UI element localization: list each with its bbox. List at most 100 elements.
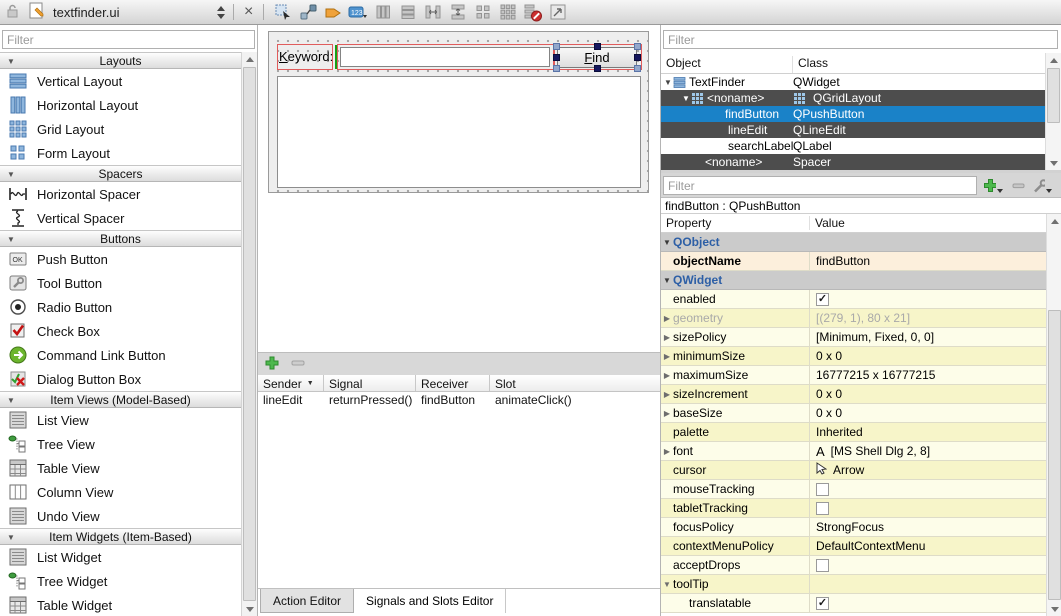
property-row-maximumsize[interactable]: ▶maximumSize 16777215 x 16777215 [661, 366, 1046, 385]
property-row-cursor[interactable]: cursor Arrow [661, 461, 1046, 480]
selection-handle[interactable] [634, 54, 641, 61]
widget-item-horizontal-layout[interactable]: Horizontal Layout [0, 93, 241, 117]
checkbox-checked[interactable]: ✓ [816, 597, 829, 610]
adjust-size-icon[interactable] [547, 2, 568, 23]
form-canvas[interactable]: Keyword: Find [268, 31, 649, 193]
column-header-property[interactable]: Property [661, 216, 810, 230]
property-row-translatable[interactable]: translatable ✓ [661, 594, 1046, 613]
property-section-qwidget[interactable]: ▼QWidget [661, 271, 1046, 290]
expand-arrow-icon[interactable]: ▼ [663, 78, 673, 87]
widget-box-filter-input[interactable] [2, 30, 255, 49]
property-editor-scrollbar[interactable] [1046, 214, 1061, 616]
property-row-palette[interactable]: palette Inherited [661, 423, 1046, 442]
tab-signals-slots-editor[interactable]: Signals and Slots Editor [354, 589, 506, 613]
column-header-value[interactable]: Value [810, 216, 845, 230]
property-row-objectname[interactable]: objectName findButton [661, 252, 1046, 271]
property-row-basesize[interactable]: ▶baseSize 0 x 0 [661, 404, 1046, 423]
tree-row-searchlabel[interactable]: searchLabel QLabel [661, 138, 1045, 154]
widget-item-form-layout[interactable]: Form Layout [0, 141, 241, 165]
property-row-mousetracking[interactable]: mouseTracking [661, 480, 1046, 499]
layout-grid-icon[interactable] [497, 2, 518, 23]
widget-item-radio-button[interactable]: Radio Button [0, 295, 241, 319]
widget-item-tree-widget[interactable]: Tree Widget [0, 569, 241, 593]
widget-item-undo-view[interactable]: Undo View [0, 504, 241, 528]
widget-item-tool-button[interactable]: Tool Button [0, 271, 241, 295]
selection-handle[interactable] [553, 65, 560, 72]
property-row-enabled[interactable]: enabled ✓ [661, 290, 1046, 309]
widget-item-vertical-layout[interactable]: Vertical Layout [0, 69, 241, 93]
column-header-slot[interactable]: Slot [490, 375, 660, 391]
expand-arrow-icon[interactable]: ▶ [661, 390, 673, 399]
expand-arrow-icon[interactable]: ▶ [661, 314, 673, 323]
widget-item-command-link-button[interactable]: Command Link Button [0, 343, 241, 367]
object-inspector-scrollbar[interactable] [1045, 53, 1061, 170]
layout-horizontal-icon[interactable] [372, 2, 393, 23]
property-row-font[interactable]: ▶font A[MS Shell Dlg 2, 8] [661, 442, 1046, 461]
scrollbar-thumb[interactable] [243, 67, 256, 601]
text-edit-widget[interactable] [277, 76, 641, 188]
column-header-class[interactable]: Class [793, 56, 828, 73]
tree-row-findbutton[interactable]: findButton QPushButton [661, 106, 1045, 122]
close-icon[interactable]: × [238, 2, 259, 22]
configure-property-editor-button[interactable] [1032, 177, 1052, 194]
selection-handle[interactable] [594, 65, 601, 72]
remove-dynamic-property-button[interactable] [1008, 177, 1028, 194]
edit-tab-order-icon[interactable]: 123 [347, 2, 368, 23]
property-row-tooltip[interactable]: ▼toolTip [661, 575, 1046, 594]
property-filter-input[interactable] [663, 176, 977, 195]
property-section-qobject[interactable]: ▼QObject [661, 233, 1046, 252]
add-connection-button[interactable] [264, 355, 280, 374]
property-row-tablettracking[interactable]: tabletTracking [661, 499, 1046, 518]
checkbox-unchecked[interactable] [816, 559, 829, 572]
document-name[interactable]: textfinder.ui [53, 5, 211, 20]
column-header-sender[interactable]: Sender▼ [258, 375, 324, 391]
keyword-line-edit[interactable] [340, 47, 550, 67]
widget-item-column-view[interactable]: Column View [0, 480, 241, 504]
widget-item-tree-view[interactable]: Tree View [0, 432, 241, 456]
checkbox-checked[interactable]: ✓ [816, 293, 829, 306]
column-header-signal[interactable]: Signal [324, 375, 416, 391]
expand-arrow-icon[interactable]: ▶ [661, 409, 673, 418]
scrollbar-thumb[interactable] [1048, 310, 1061, 600]
selection-handle[interactable] [634, 65, 641, 72]
widget-item-grid-layout[interactable]: Grid Layout [0, 117, 241, 141]
widget-item-check-box[interactable]: Check Box [0, 319, 241, 343]
widget-item-list-view[interactable]: List View [0, 408, 241, 432]
selection-handle[interactable] [634, 43, 641, 50]
tree-row-gridlayout[interactable]: ▼ <noname> QGridLayout [661, 90, 1045, 106]
scroll-down-icon[interactable] [1046, 156, 1061, 170]
scroll-down-icon[interactable] [242, 602, 257, 616]
property-row-sizepolicy[interactable]: ▶sizePolicy [Minimum, Fixed, 0, 0] [661, 328, 1046, 347]
scroll-up-icon[interactable] [1047, 214, 1061, 228]
property-row-geometry[interactable]: ▶geometry [(279, 1), 80 x 21] [661, 309, 1046, 328]
widget-item-table-widget[interactable]: Table Widget [0, 593, 241, 616]
connection-row[interactable]: lineEdit returnPressed() findButton anim… [258, 392, 660, 409]
property-row-sizeincrement[interactable]: ▶sizeIncrement 0 x 0 [661, 385, 1046, 404]
edit-widgets-icon[interactable] [272, 2, 293, 23]
property-row-minimumsize[interactable]: ▶minimumSize 0 x 0 [661, 347, 1046, 366]
layout-vertical-splitter-icon[interactable] [447, 2, 468, 23]
checkbox-unchecked[interactable] [816, 483, 829, 496]
category-buttons[interactable]: ▼Buttons [0, 230, 241, 247]
category-item-views[interactable]: ▼Item Views (Model-Based) [0, 391, 241, 408]
category-item-widgets[interactable]: ▼Item Widgets (Item-Based) [0, 528, 241, 545]
expand-arrow-icon[interactable]: ▶ [661, 352, 673, 361]
add-dynamic-property-button[interactable] [983, 177, 1003, 194]
remove-connection-button[interactable] [290, 355, 306, 374]
widget-item-vertical-spacer[interactable]: Vertical Spacer [0, 206, 241, 230]
widget-item-dialog-button-box[interactable]: Dialog Button Box [0, 367, 241, 391]
widget-item-table-view[interactable]: Table View [0, 456, 241, 480]
category-layouts[interactable]: ▼Layouts [0, 52, 241, 69]
expand-arrow-icon[interactable]: ▶ [661, 371, 673, 380]
layout-vertical-icon[interactable] [397, 2, 418, 23]
keyword-label[interactable]: Keyword: [279, 49, 333, 64]
edit-buddies-icon[interactable] [322, 2, 343, 23]
checkbox-unchecked[interactable] [816, 502, 829, 515]
widget-item-push-button[interactable]: OK Push Button [0, 247, 241, 271]
expand-arrow-icon[interactable]: ▼ [681, 94, 691, 103]
tree-row-spacer[interactable]: <noname> Spacer [661, 154, 1045, 170]
selection-handle[interactable] [594, 43, 601, 50]
edit-signals-slots-icon[interactable] [297, 2, 318, 23]
widget-item-horizontal-spacer[interactable]: Horizontal Spacer [0, 182, 241, 206]
property-row-focuspolicy[interactable]: focusPolicy StrongFocus [661, 518, 1046, 537]
